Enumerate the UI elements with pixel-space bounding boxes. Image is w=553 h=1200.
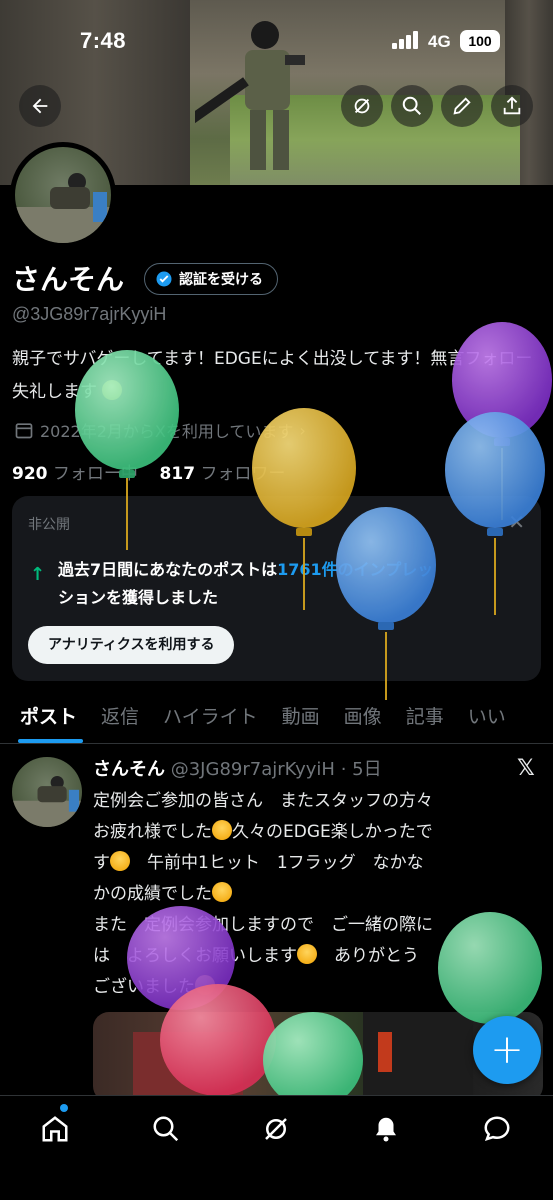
bottom-nav xyxy=(0,1095,553,1200)
compose-button[interactable]: + xyxy=(473,1016,541,1084)
nav-notifications[interactable] xyxy=(369,1112,403,1146)
balloon-green-right xyxy=(438,912,542,1024)
nav-search[interactable] xyxy=(149,1112,183,1146)
balloon-blue-center xyxy=(336,507,436,700)
nav-home[interactable] xyxy=(38,1112,72,1146)
balloon-blue-right xyxy=(445,412,545,615)
notifications-icon xyxy=(376,1117,396,1142)
grok-icon xyxy=(265,1118,287,1140)
balloons-overlay xyxy=(75,322,552,1095)
balloon-pink xyxy=(160,984,276,1095)
nav-grok[interactable] xyxy=(259,1112,293,1146)
notification-dot xyxy=(60,1104,68,1112)
home-icon xyxy=(42,1116,68,1142)
nav-messages[interactable] xyxy=(480,1112,514,1146)
messages-icon xyxy=(484,1116,510,1141)
search-icon xyxy=(153,1116,179,1142)
balloon-green-bottom xyxy=(263,1012,363,1095)
balloon-green xyxy=(75,350,179,550)
